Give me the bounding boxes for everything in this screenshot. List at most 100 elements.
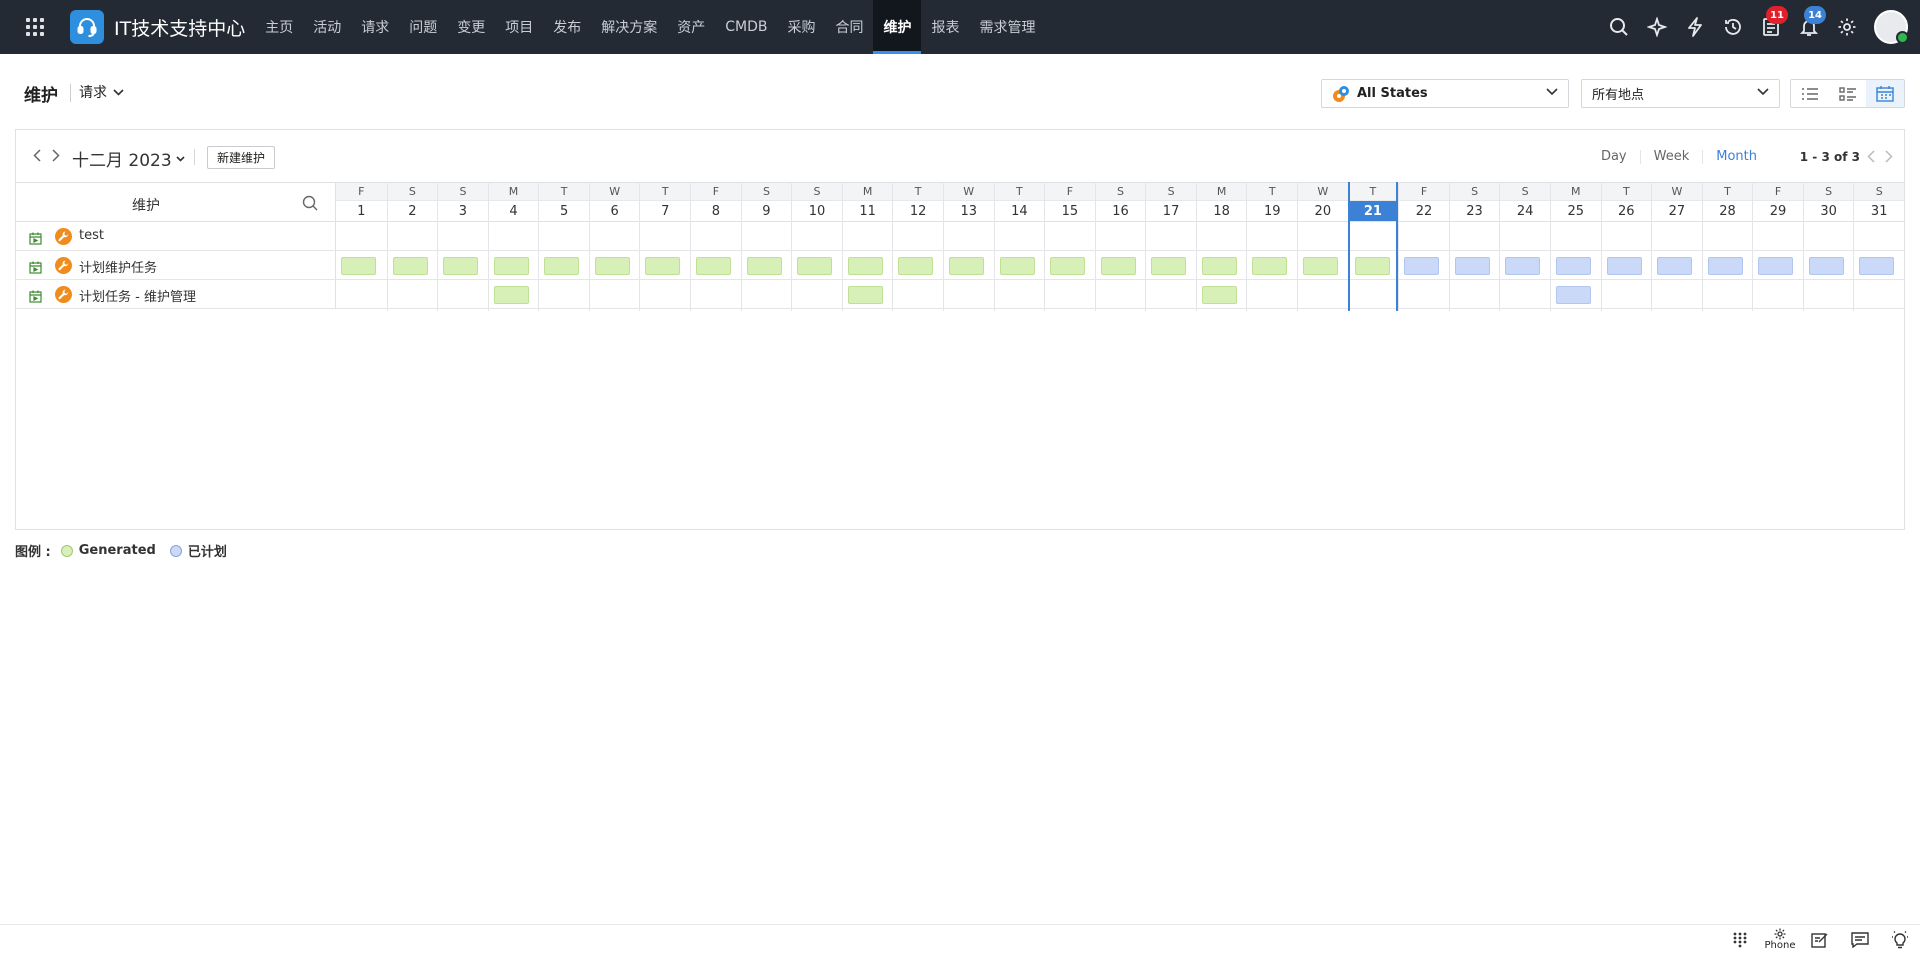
planned-maintenance-chip[interactable]	[1606, 257, 1642, 275]
day-cell[interactable]	[438, 280, 488, 309]
generated-maintenance-chip[interactable]	[443, 257, 479, 275]
day-cell[interactable]	[1601, 222, 1652, 251]
generated-maintenance-chip[interactable]	[493, 286, 529, 304]
brand[interactable]: IT技术支持中心	[70, 0, 245, 54]
day-cell[interactable]	[1702, 280, 1753, 309]
calendar-view-icon[interactable]	[1866, 80, 1905, 107]
date-label[interactable]: 5	[539, 201, 589, 222]
planned-maintenance-chip[interactable]	[1859, 257, 1895, 275]
maintenance-row-label[interactable]: 计划维护任务	[79, 257, 157, 276]
generated-maintenance-chip[interactable]	[1151, 257, 1187, 275]
history-icon[interactable]	[1714, 0, 1752, 54]
day-cell[interactable]	[1095, 222, 1146, 251]
generated-maintenance-chip[interactable]	[1201, 286, 1237, 304]
day-cell[interactable]	[842, 251, 893, 280]
date-label[interactable]: 11	[842, 201, 893, 222]
generated-maintenance-chip[interactable]	[1050, 257, 1086, 275]
generated-maintenance-chip[interactable]	[948, 257, 984, 275]
day-cell[interactable]	[1146, 222, 1196, 251]
day-cell[interactable]	[1652, 280, 1702, 309]
day-cell[interactable]	[488, 280, 539, 309]
date-label[interactable]: 29	[1753, 201, 1803, 222]
day-cell[interactable]	[1803, 280, 1854, 309]
day-cell[interactable]	[589, 251, 640, 280]
day-cell[interactable]	[1247, 280, 1298, 309]
date-label[interactable]: 1	[336, 201, 387, 222]
lightbulb-icon[interactable]	[1880, 925, 1920, 954]
day-cell[interactable]	[741, 280, 792, 309]
day-cell[interactable]	[1854, 222, 1904, 251]
search-icon[interactable]	[302, 195, 318, 215]
generated-maintenance-chip[interactable]	[696, 257, 732, 275]
day-cell[interactable]	[893, 251, 943, 280]
day-cell[interactable]	[1349, 222, 1397, 251]
day-cell[interactable]	[792, 251, 842, 280]
app-launcher-icon[interactable]	[0, 0, 70, 54]
date-label[interactable]: 18	[1196, 201, 1247, 222]
maintenance-row-label[interactable]: 计划任务 - 维护管理	[79, 286, 196, 305]
list-view-icon[interactable]	[1791, 80, 1829, 107]
next-month-icon[interactable]	[49, 147, 63, 163]
day-cell[interactable]	[1247, 251, 1298, 280]
date-label[interactable]: 30	[1803, 201, 1854, 222]
day-cell[interactable]	[1095, 280, 1146, 309]
day-cell[interactable]	[691, 251, 741, 280]
day-cell[interactable]	[1196, 251, 1247, 280]
day-cell[interactable]	[336, 251, 387, 280]
date-label[interactable]: 26	[1601, 201, 1652, 222]
day-cell[interactable]	[1146, 251, 1196, 280]
day-cell[interactable]	[1045, 251, 1095, 280]
date-label[interactable]: 31	[1854, 201, 1904, 222]
day-cell[interactable]	[994, 222, 1045, 251]
nav-assets[interactable]: 资产	[667, 0, 715, 54]
location-filter-select[interactable]: 所有地点	[1581, 79, 1780, 108]
day-cell[interactable]	[640, 280, 691, 309]
day-cell[interactable]	[691, 280, 741, 309]
planned-maintenance-chip[interactable]	[1454, 257, 1490, 275]
generated-maintenance-chip[interactable]	[898, 257, 934, 275]
day-cell[interactable]	[1550, 251, 1601, 280]
month-picker[interactable]: 十二月 2023	[72, 146, 185, 171]
date-label[interactable]: 20	[1298, 201, 1348, 222]
generated-maintenance-chip[interactable]	[1303, 257, 1339, 275]
date-label[interactable]: 19	[1247, 201, 1298, 222]
chat-icon[interactable]	[1840, 925, 1880, 954]
previous-month-icon[interactable]	[30, 147, 44, 163]
calendar-expand-icon[interactable]	[29, 288, 42, 307]
day-cell[interactable]	[1399, 280, 1449, 309]
day-cell[interactable]	[488, 251, 539, 280]
day-cell[interactable]	[943, 222, 994, 251]
generated-maintenance-chip[interactable]	[746, 257, 782, 275]
phone-settings-button[interactable]: Phone	[1760, 925, 1800, 954]
day-cell[interactable]	[893, 222, 943, 251]
date-label[interactable]: 24	[1500, 201, 1550, 222]
calendar-expand-icon[interactable]	[29, 259, 42, 278]
day-cell[interactable]	[1349, 251, 1397, 280]
new-maintenance-button[interactable]: 新建维护	[207, 146, 276, 169]
day-cell[interactable]	[1298, 251, 1348, 280]
planned-maintenance-chip[interactable]	[1758, 257, 1794, 275]
module-dropdown[interactable]: 请求	[79, 82, 124, 102]
nav-changes[interactable]: 变更	[447, 0, 495, 54]
maintenance-row-label[interactable]: test	[79, 228, 104, 243]
day-cell[interactable]	[1652, 222, 1702, 251]
detail-list-view-icon[interactable]	[1829, 80, 1867, 107]
date-label[interactable]: 6	[589, 201, 640, 222]
user-avatar[interactable]	[1874, 10, 1909, 44]
nav-contracts[interactable]: 合同	[825, 0, 873, 54]
day-cell[interactable]	[1196, 222, 1247, 251]
generated-maintenance-chip[interactable]	[1201, 257, 1237, 275]
generated-maintenance-chip[interactable]	[493, 257, 529, 275]
day-cell[interactable]	[1247, 222, 1298, 251]
generated-maintenance-chip[interactable]	[392, 257, 428, 275]
day-cell[interactable]	[1449, 251, 1500, 280]
day-cell[interactable]	[1298, 280, 1348, 309]
date-label[interactable]: 27	[1652, 201, 1702, 222]
day-cell[interactable]	[994, 251, 1045, 280]
day-cell[interactable]	[1095, 251, 1146, 280]
day-cell[interactable]	[1500, 222, 1550, 251]
planned-maintenance-chip[interactable]	[1555, 286, 1591, 304]
date-label[interactable]: 16	[1095, 201, 1146, 222]
date-label[interactable]: 9	[741, 201, 792, 222]
day-cell[interactable]	[539, 280, 589, 309]
